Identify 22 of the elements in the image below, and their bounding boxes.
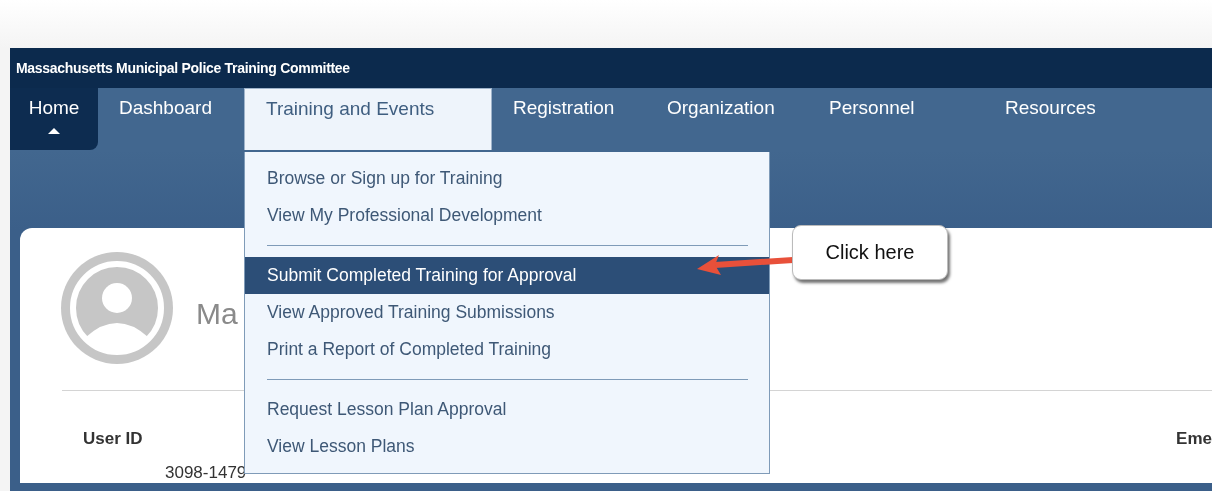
user-name: Ma: [196, 297, 238, 331]
nav-tab[interactable]: Dashboard: [98, 88, 244, 150]
menu-item[interactable]: Request Lesson Plan Approval: [245, 391, 769, 428]
menu-item[interactable]: Submit Completed Training for Approval: [245, 257, 769, 294]
menu-item[interactable]: Print a Report of Completed Training: [245, 331, 769, 368]
nav-tab[interactable]: Training and Events: [244, 88, 492, 150]
avatar-icon: [60, 251, 174, 365]
caret-icon: [48, 128, 60, 134]
callout-note: Click here: [792, 225, 948, 280]
nav-tab[interactable]: Personnel: [808, 88, 984, 150]
menu-item[interactable]: View My Professional Development: [245, 197, 769, 234]
menu-item[interactable]: Browse or Sign up for Training: [245, 160, 769, 197]
site-title: Massachusetts Municipal Police Training Committee: [16, 60, 350, 76]
field-label: User ID: [83, 429, 143, 449]
nav-tab[interactable]: Resources: [984, 88, 1144, 150]
user-id-value: 3098-1479: [165, 463, 248, 483]
menu-item[interactable]: View Approved Training Submissions: [245, 294, 769, 331]
nav-tab[interactable]: Home: [10, 88, 98, 150]
nav-tab[interactable]: Organization: [646, 88, 808, 150]
field-label: Eme: [1176, 429, 1212, 449]
menu-item[interactable]: View Lesson Plans: [245, 428, 769, 465]
nav-tab[interactable]: Registration: [492, 88, 646, 150]
